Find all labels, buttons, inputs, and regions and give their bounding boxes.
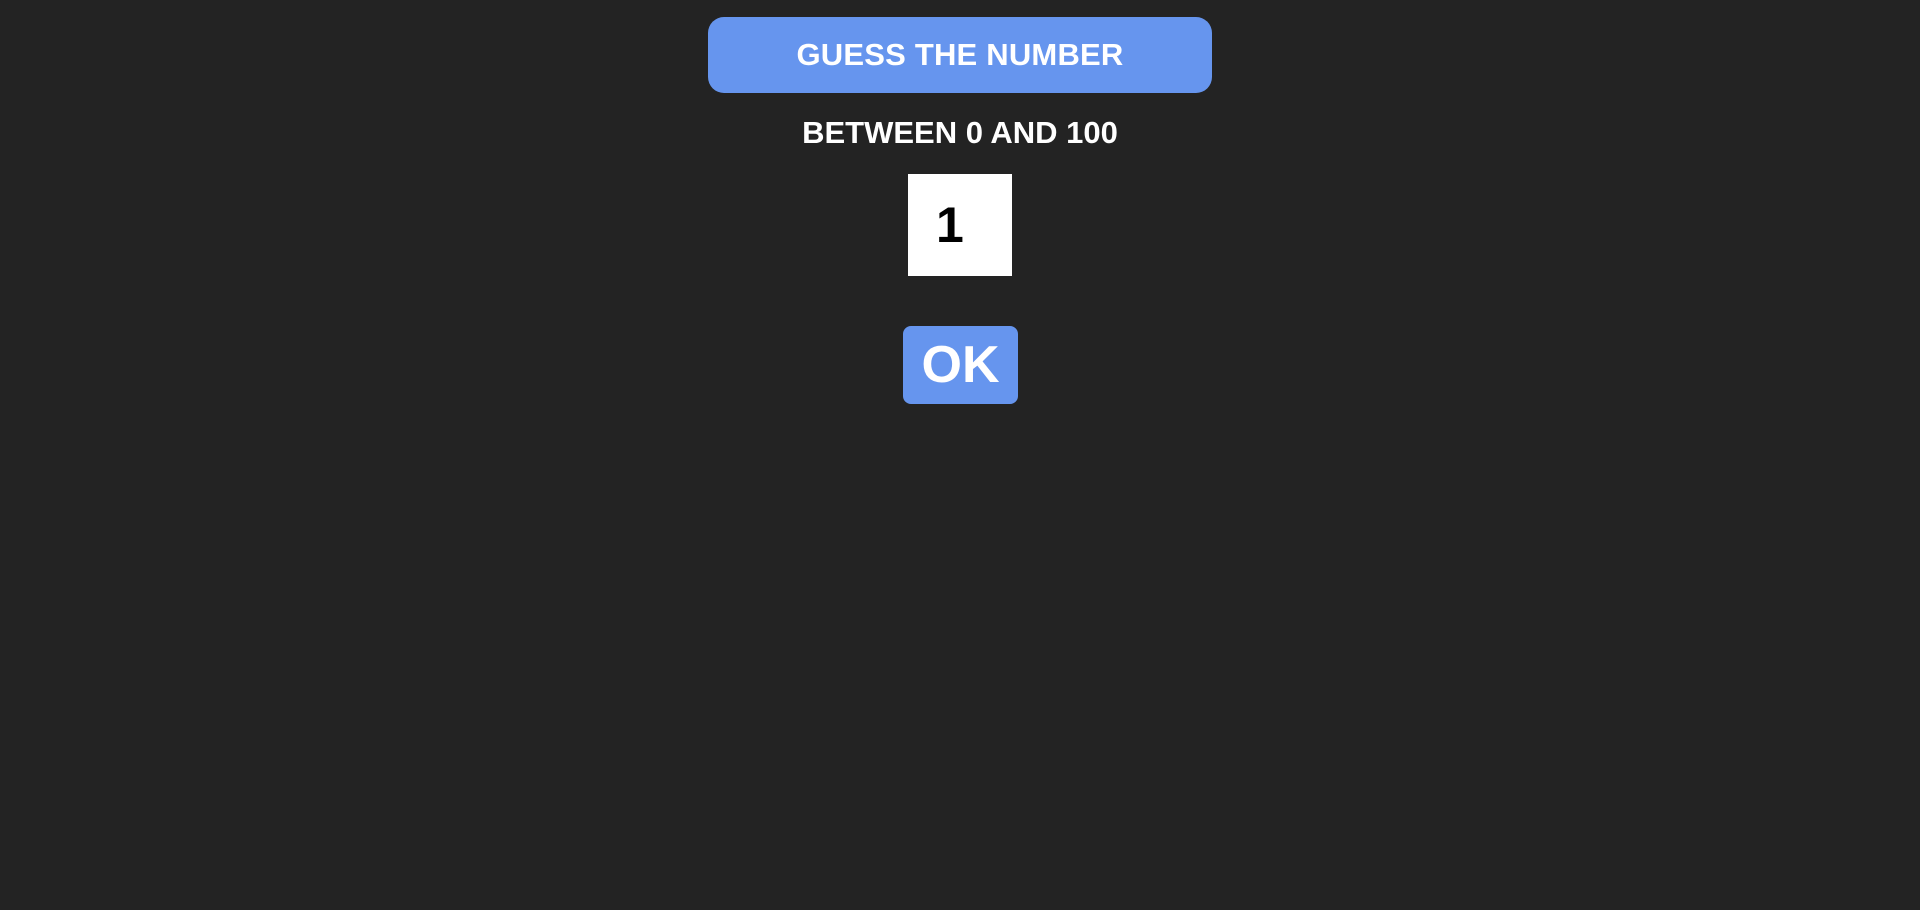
- range-instructions: BETWEEN 0 AND 100: [802, 115, 1118, 150]
- game-screen: GUESS THE NUMBER BETWEEN 0 AND 100 OK: [0, 0, 1920, 910]
- page-title: GUESS THE NUMBER: [796, 37, 1124, 72]
- ok-button[interactable]: OK: [903, 326, 1018, 404]
- guess-input[interactable]: [908, 174, 1012, 276]
- title-banner: GUESS THE NUMBER: [708, 17, 1212, 93]
